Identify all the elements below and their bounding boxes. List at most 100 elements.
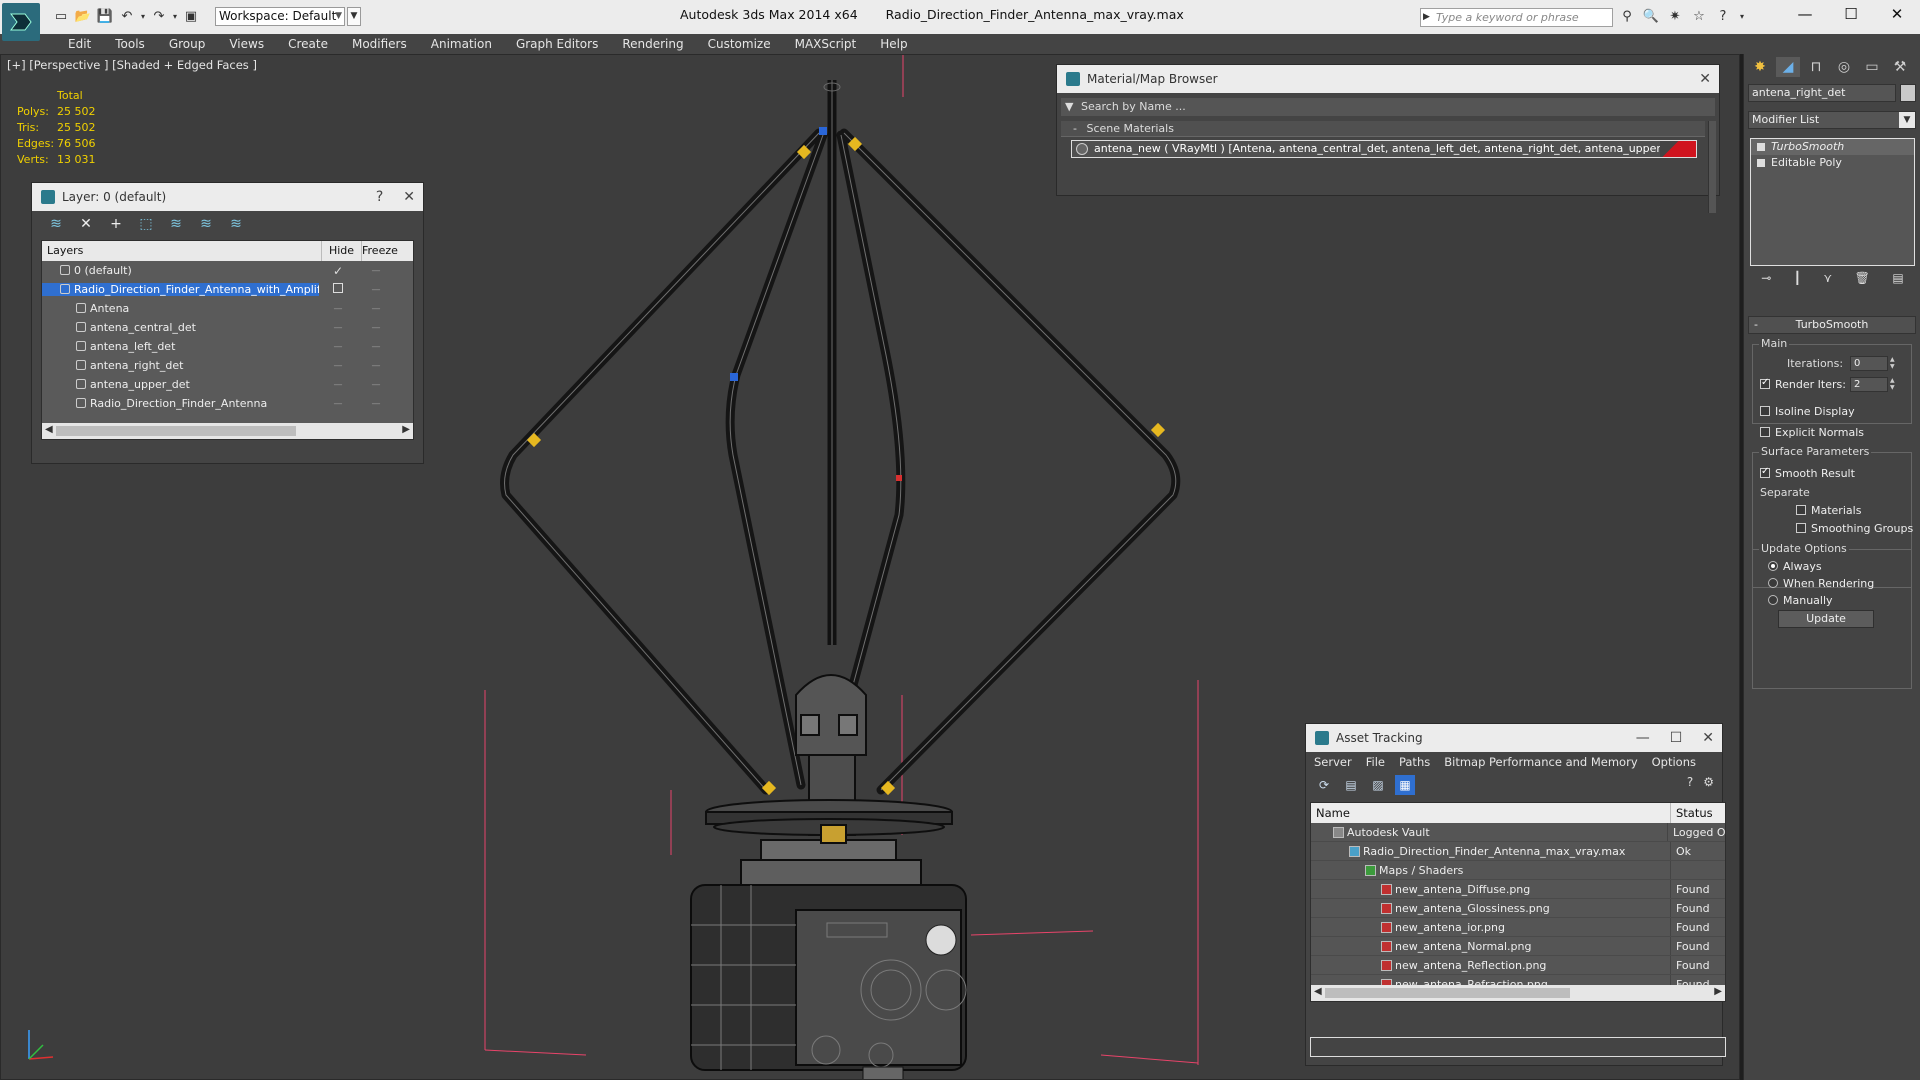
pin-stack-icon[interactable]: ⊸ xyxy=(1761,271,1771,291)
object-row[interactable]: antena_right_det — — xyxy=(42,356,413,375)
iterations-spinner[interactable]: 0 xyxy=(1850,356,1888,371)
object-row[interactable]: antena_central_det — — xyxy=(42,318,413,337)
settings-icon[interactable]: ⚙ xyxy=(1703,775,1714,789)
freeze-all-icon[interactable]: ≋ xyxy=(226,214,246,234)
render-iters-spinner[interactable]: 2 xyxy=(1850,377,1888,392)
scrollbar-thumb[interactable] xyxy=(56,426,296,436)
thumbnail-view-icon[interactable]: ▨ xyxy=(1368,775,1388,795)
hide-toggle[interactable]: — xyxy=(319,361,357,371)
asset-horizontal-scrollbar[interactable]: ◀ ▶ xyxy=(1311,985,1725,1001)
maximize-icon[interactable]: ☐ xyxy=(1670,724,1683,752)
menu-maxscript[interactable]: MAXScript xyxy=(783,34,869,54)
freeze-toggle[interactable]: — xyxy=(357,342,395,352)
create-layer-icon[interactable]: ≋ xyxy=(46,214,66,234)
open-file-icon[interactable]: 📂 xyxy=(72,6,94,26)
isoline-display-checkbox[interactable]: Isoline Display xyxy=(1760,405,1855,418)
stack-item-turbosmooth[interactable]: TurboSmooth xyxy=(1751,139,1914,155)
render-iters-checkbox[interactable]: Render Iters: xyxy=(1760,377,1846,391)
material-browser-titlebar[interactable]: Material/Map Browser ✕ xyxy=(1057,65,1719,93)
object-row[interactable]: antena_left_det — — xyxy=(42,337,413,356)
minimize-icon[interactable]: — xyxy=(1782,0,1828,30)
stack-item-editable-poly[interactable]: Editable Poly xyxy=(1751,155,1914,171)
help-icon[interactable]: ? xyxy=(376,183,383,211)
menu-server[interactable]: Server xyxy=(1314,752,1352,772)
menu-graph-editors[interactable]: Graph Editors xyxy=(504,34,610,54)
scene-materials-group[interactable]: - Scene Materials xyxy=(1061,121,1705,137)
menu-help[interactable]: Help xyxy=(868,34,919,54)
search-icon[interactable]: 🔍 xyxy=(1641,8,1661,26)
undo-dropdown-icon[interactable]: ▾ xyxy=(138,6,148,26)
asset-row[interactable]: new_antena_Normal.png Found xyxy=(1311,937,1725,956)
hide-toggle[interactable]: — xyxy=(319,323,357,333)
help-dropdown-icon[interactable]: ▾ xyxy=(1737,8,1747,26)
menu-animation[interactable]: Animation xyxy=(419,34,504,54)
scroll-left-icon[interactable]: ◀ xyxy=(45,424,53,435)
delete-layer-icon[interactable]: ✕ xyxy=(76,214,96,234)
scrollbar-thumb[interactable] xyxy=(1325,988,1570,998)
keyword-search-input[interactable]: ▶ Type a keyword or phrase xyxy=(1420,8,1613,27)
redo-icon[interactable]: ↷ xyxy=(148,6,170,26)
freeze-toggle[interactable]: — xyxy=(357,304,395,314)
asset-row[interactable]: Autodesk Vault Logged O xyxy=(1311,823,1725,842)
workspace-more-button[interactable]: ▼ xyxy=(347,7,361,26)
object-color-swatch[interactable] xyxy=(1900,84,1916,102)
configure-sets-icon[interactable]: ▤ xyxy=(1892,271,1903,291)
add-to-layer-icon[interactable]: + xyxy=(106,214,126,234)
freeze-toggle[interactable]: — xyxy=(357,399,395,409)
menu-rendering[interactable]: Rendering xyxy=(610,34,695,54)
refresh-icon[interactable]: ⟳ xyxy=(1314,775,1334,795)
freeze-toggle[interactable]: — xyxy=(357,361,395,371)
scroll-left-icon[interactable]: ◀ xyxy=(1314,986,1322,997)
asset-row[interactable]: new_antena_Diffuse.png Found xyxy=(1311,880,1725,899)
select-objects-icon[interactable]: ⬚ xyxy=(136,214,156,234)
display-tab-icon[interactable]: ▭ xyxy=(1860,57,1884,77)
menu-edit[interactable]: Edit xyxy=(56,34,103,54)
minimize-icon[interactable]: — xyxy=(1636,724,1650,752)
collapse-toggle[interactable]: - xyxy=(1073,122,1077,135)
scroll-right-icon[interactable]: ▶ xyxy=(402,424,410,435)
asset-row[interactable]: new_antena_ior.png Found xyxy=(1311,918,1725,937)
menu-paths[interactable]: Paths xyxy=(1399,752,1430,772)
menu-views[interactable]: Views xyxy=(217,34,276,54)
list-view-icon[interactable]: ▤ xyxy=(1341,775,1361,795)
layer-window-titlebar[interactable]: Layer: 0 (default) ? ✕ xyxy=(32,183,423,211)
col-name[interactable]: Name xyxy=(1311,803,1671,823)
hierarchy-tab-icon[interactable]: ⊓ xyxy=(1804,57,1828,77)
modifier-list-dropdown[interactable]: Modifier List ▼ xyxy=(1748,111,1916,129)
col-layers[interactable]: Layers xyxy=(42,241,322,261)
menu-bitmap-performance[interactable]: Bitmap Performance and Memory xyxy=(1444,752,1637,772)
hide-toggle[interactable]: — xyxy=(319,304,357,314)
close-icon[interactable]: ✕ xyxy=(1699,65,1711,93)
menu-file[interactable]: File xyxy=(1366,752,1385,772)
asset-row[interactable]: new_antena_Glossiness.png Found xyxy=(1311,899,1725,918)
app-logo-icon[interactable] xyxy=(2,3,40,41)
new-file-icon[interactable]: ▭ xyxy=(50,6,72,26)
update-when-rendering-radio[interactable]: When Rendering xyxy=(1768,577,1874,590)
material-vertical-scrollbar[interactable] xyxy=(1708,121,1716,213)
table-view-icon[interactable]: ▦ xyxy=(1395,775,1415,795)
save-file-icon[interactable]: 💾 xyxy=(94,6,116,26)
close-icon[interactable]: ✕ xyxy=(403,183,415,211)
menu-options[interactable]: Options xyxy=(1652,752,1696,772)
expand-icon[interactable] xyxy=(1757,159,1765,167)
object-row[interactable]: Antena — — xyxy=(42,299,413,318)
project-folder-icon[interactable]: ▣ xyxy=(180,6,202,26)
undo-icon[interactable]: ↶ xyxy=(116,6,138,26)
freeze-toggle[interactable]: — xyxy=(357,266,395,276)
menu-customize[interactable]: Customize xyxy=(696,34,783,54)
asset-row[interactable]: Maps / Shaders xyxy=(1311,861,1725,880)
help-icon[interactable]: ? xyxy=(1713,8,1733,26)
create-tab-icon[interactable]: ✸ xyxy=(1748,57,1772,77)
object-row[interactable]: antena_upper_det — — xyxy=(42,375,413,394)
layer-row-selected[interactable]: Radio_Direction_Finder_Antenna_with_Ampl… xyxy=(42,280,413,299)
explicit-normals-checkbox[interactable]: Explicit Normals xyxy=(1760,426,1864,439)
smooth-result-checkbox[interactable]: Smooth Result xyxy=(1760,466,1855,480)
asset-row[interactable]: new_antena_Reflection.png Found xyxy=(1311,956,1725,975)
col-hide[interactable]: Hide xyxy=(322,241,362,261)
col-status[interactable]: Status xyxy=(1671,803,1713,823)
viewport-label[interactable]: [+] [Perspective ] [Shaded + Edged Faces… xyxy=(7,58,257,72)
update-button[interactable]: Update xyxy=(1778,610,1874,628)
set-current-toggle[interactable] xyxy=(319,283,357,296)
asset-row[interactable]: Radio_Direction_Finder_Antenna_max_vray.… xyxy=(1311,842,1725,861)
material-search-input[interactable]: ▼ Search by Name ... xyxy=(1061,98,1715,116)
